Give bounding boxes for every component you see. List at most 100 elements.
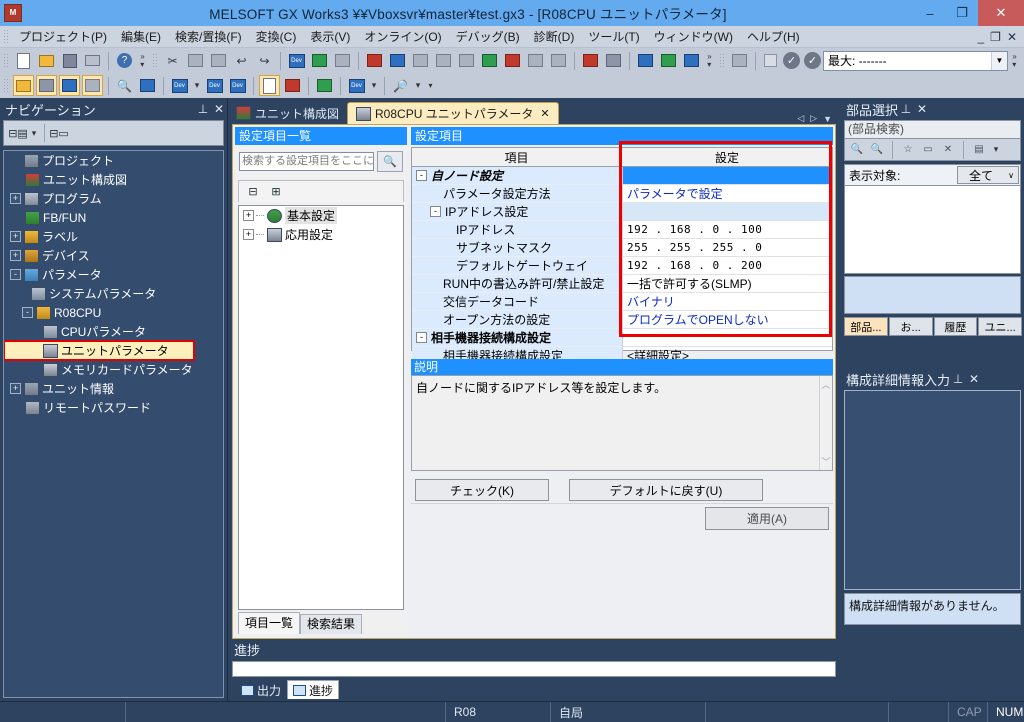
menu-tool[interactable]: ツール(T) [581,26,646,47]
chevron-down-icon-3[interactable]: ▾ [368,75,380,97]
monitor-off-icon[interactable] [410,50,431,71]
menu-diagnostics[interactable]: 診断(D) [527,26,582,47]
monitor-off2-icon[interactable] [433,50,454,71]
parts-list[interactable] [844,186,1021,274]
settings-tree-item-applied[interactable]: + 応用設定 [239,225,403,244]
nav-item-cpu-parameter[interactable]: CPUパラメータ [4,322,223,341]
minimize-button[interactable]: – [914,0,946,26]
edit-mode-icon[interactable] [259,75,280,96]
device-batch-icon[interactable] [309,50,330,71]
toolbar-overflow-icon-3[interactable]: »▾ [1008,50,1021,72]
row-value[interactable]: 255 . 255 . 255 . 0 [622,239,832,257]
find-next-icon[interactable]: 🔍 [868,141,886,158]
settings-grid[interactable]: 項目 設定 - 自ノード設定 パラメータ設定方法 パラメータで設定 [411,147,833,351]
help-icon[interactable]: ? [114,50,135,71]
scroll-down-icon[interactable]: ﹀ [821,455,830,468]
nav-item-fbfun[interactable]: FB/FUN [4,208,223,227]
device-replace-icon[interactable] [332,50,353,71]
binoculars-icon[interactable]: 🔍 [377,151,403,172]
child-close-button[interactable]: ✕ [1007,30,1017,44]
zoom-tool-icon[interactable]: 🔎 [390,75,411,96]
chevron-down-icon-nav[interactable]: ▾ [28,122,40,144]
table-row[interactable]: デフォルトゲートウェイ 192 . 168 . 0 . 200 [412,257,832,275]
restore-default-button[interactable]: デフォルトに戻す(U) [569,479,763,501]
menu-edit[interactable]: 編集(E) [114,26,168,47]
expand-all-icon[interactable]: ⊞ [266,183,286,201]
max-combo[interactable]: 最大: ------- ▼ [823,51,1008,71]
tree-view-mode-icon[interactable]: ⊟▤ [8,124,28,142]
menu-grip-icon[interactable] [3,29,10,45]
close-button[interactable]: ✕ [978,0,1024,26]
row-value[interactable] [622,167,832,185]
expander-minus[interactable]: - [10,269,21,280]
chevron-down-icon-2[interactable]: ▾ [191,75,203,97]
device-test-icon[interactable] [580,50,601,71]
nav-item-project[interactable]: プロジェクト [4,151,223,170]
expander-plus[interactable]: + [243,210,254,221]
tab-output[interactable]: 出力 [236,681,286,699]
table-row[interactable]: パラメータ設定方法 パラメータで設定 [412,185,832,203]
pin-icon[interactable]: ⊥ [950,372,966,386]
close-icon[interactable]: ✕ [966,372,982,386]
menu-window[interactable]: ウィンドウ(W) [647,26,740,47]
expander-minus[interactable]: - [430,206,441,217]
toolbar-grip-icon-4[interactable] [3,78,10,94]
favorite-star-icon[interactable]: ☆ [899,141,917,158]
tab-favorites[interactable]: お... [889,317,933,336]
chevron-down-icon-filter[interactable]: ∨ [1004,171,1018,180]
nav-item-label[interactable]: + ラベル [4,227,223,246]
expander-minus[interactable]: - [416,170,427,181]
paste-icon[interactable] [208,50,229,71]
monitor-watch-icon[interactable] [525,50,546,71]
nav-item-program[interactable]: + プログラム [4,189,223,208]
check-button[interactable]: チェック(K) [415,479,549,501]
row-value[interactable]: 192 . 168 . 0 . 100 [622,221,832,239]
folder-icon[interactable]: ▭ [919,141,937,158]
read-from-plc-icon[interactable] [387,50,408,71]
parts-filter-combo[interactable]: 全て ∨ [957,166,1019,184]
settings-search-input[interactable]: 検索する設定項目をここに入 [239,152,374,171]
comment-del-icon[interactable] [681,50,702,71]
tab-close-icon[interactable]: ✕ [540,107,549,120]
tab-search-results[interactable]: 検索結果 [300,614,362,634]
detail-info-body[interactable] [844,390,1021,590]
menu-help[interactable]: ヘルプ(H) [740,26,807,47]
toolbar-grip-icon[interactable] [3,53,10,69]
nav-item-remote-password[interactable]: リモートパスワード [4,398,223,417]
tab-parts[interactable]: 部品... [844,317,888,336]
close-icon[interactable]: ✕ [211,102,227,116]
redo-icon[interactable]: ↪ [254,50,275,71]
cross-reference-icon[interactable] [137,75,158,96]
toolbar-grip-icon-2[interactable] [152,53,159,69]
monitor-start-icon[interactable] [479,50,500,71]
tab-module-config[interactable]: ユニット構成図 [228,102,347,124]
scroll-up-icon[interactable]: ︿ [821,378,830,391]
row-value[interactable] [622,203,832,221]
child-restore-button[interactable]: ❐ [990,30,1001,44]
menu-find-replace[interactable]: 検索/置換(F) [168,26,249,47]
nav-item-unit-info[interactable]: + ユニット情報 [4,379,223,398]
row-value[interactable]: パラメータで設定 [622,185,832,203]
navigation-toggle-icon[interactable] [13,75,34,96]
description-scrollbar[interactable]: ︿ ﹀ [819,376,832,470]
nav-item-parameter[interactable]: - パラメータ [4,265,223,284]
nav-item-r08cpu[interactable]: - R08CPU [4,303,223,322]
table-row[interactable]: - 相手機器接続構成設定 [412,329,832,347]
expander-plus[interactable]: + [10,231,21,242]
nav-item-system-parameter[interactable]: システムパラメータ [4,284,223,303]
table-row[interactable]: オープン方法の設定 プログラムでOPENしない [412,311,832,329]
chevron-down-icon-parts[interactable]: ▾ [990,139,1002,161]
table-row[interactable]: IPアドレス 192 . 168 . 0 . 100 [412,221,832,239]
tab-item-list[interactable]: 項目一覧 [238,612,300,634]
pin-icon[interactable]: ⊥ [898,102,914,116]
find-icon[interactable]: 🔍 [114,75,135,96]
navigation-tree[interactable]: プロジェクト ユニット構成図 + プログラム FB/FUN + ラベル + [3,150,224,698]
menu-debug[interactable]: デバッグ(B) [449,26,527,47]
table-row[interactable]: - IPアドレス設定 [412,203,832,221]
check-circle-icon-2[interactable]: ✓ [804,52,821,69]
delete-x-icon[interactable]: ✕ [939,141,957,158]
verify-icon[interactable] [314,75,335,96]
expander-plus[interactable]: + [10,250,21,261]
tab-history[interactable]: 履歴 [934,317,978,336]
expander-plus[interactable]: + [10,193,21,204]
